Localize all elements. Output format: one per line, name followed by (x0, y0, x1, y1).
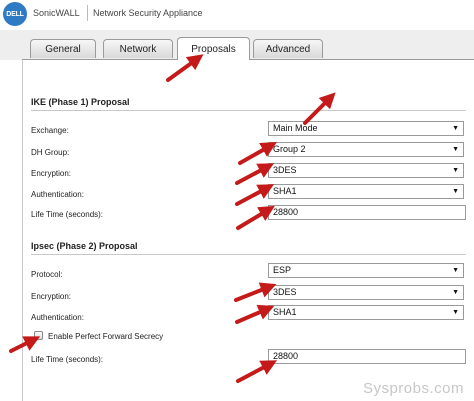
watermark: Sysprobs.com (362, 380, 464, 397)
arrow-icon (238, 142, 277, 165)
arrow-icon (235, 163, 275, 185)
arrow-icon (235, 304, 275, 324)
arrow-icon (236, 360, 278, 383)
arrow-icon (9, 336, 41, 353)
annotation-arrows (9, 54, 336, 383)
arrow-icon (303, 92, 336, 125)
arrow-icon (234, 282, 277, 302)
arrow-icon (235, 184, 275, 206)
arrow-icon (166, 54, 204, 82)
arrow-icon (236, 205, 275, 230)
